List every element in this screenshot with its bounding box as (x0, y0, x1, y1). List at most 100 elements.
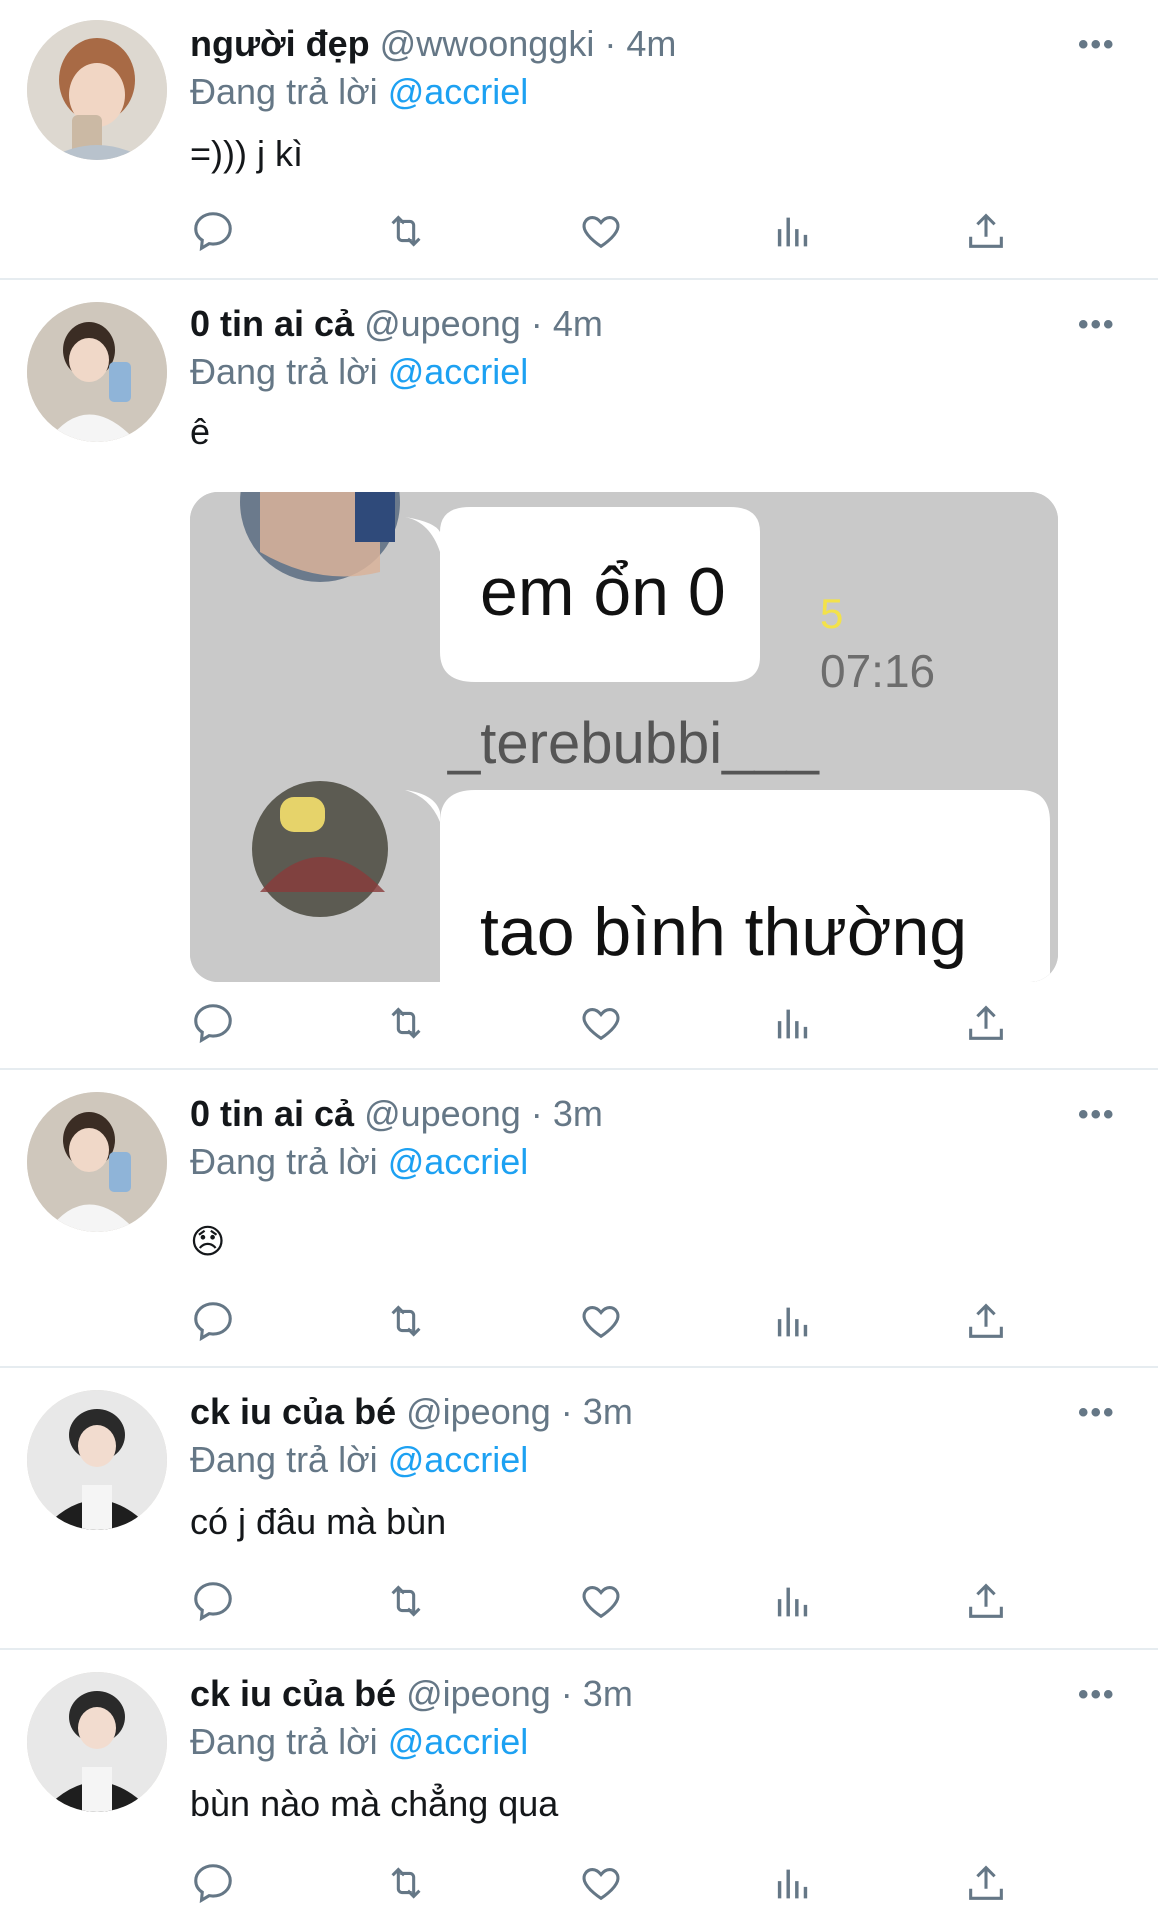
display-name[interactable]: người đẹp (190, 23, 370, 64)
like-icon[interactable] (578, 1578, 628, 1628)
share-icon[interactable] (963, 1000, 1013, 1050)
display-name[interactable]: ck iu của bé (190, 1673, 396, 1714)
share-icon[interactable] (963, 1298, 1013, 1348)
reply-icon[interactable] (190, 1298, 240, 1348)
separator: · (530, 303, 543, 344)
replying-to-label: Đang trả lời (190, 351, 378, 392)
display-name[interactable]: ck iu của bé (190, 1391, 396, 1432)
mention-link[interactable]: @accriel (388, 1721, 529, 1762)
avatar[interactable] (27, 1672, 167, 1812)
retweet-icon[interactable] (383, 208, 433, 258)
tweet-text: 😞 (190, 1223, 226, 1261)
reply-icon[interactable] (190, 1000, 240, 1050)
more-options-icon[interactable]: ••• (1078, 1098, 1116, 1132)
more-options-icon[interactable]: ••• (1078, 1678, 1116, 1712)
tweet-actions (0, 1000, 1158, 1050)
like-icon[interactable] (578, 208, 628, 258)
share-icon[interactable] (963, 1578, 1013, 1628)
tweet-text: ê (190, 411, 211, 452)
share-icon[interactable] (963, 208, 1013, 258)
separator: · (560, 1391, 573, 1432)
mention-link[interactable]: @accriel (388, 1439, 529, 1480)
handle[interactable]: @ipeong (406, 1673, 551, 1714)
display-name[interactable]: 0 tin ai cả (190, 1093, 354, 1134)
replying-to-label: Đang trả lời (190, 1141, 378, 1182)
retweet-icon[interactable] (383, 1000, 433, 1050)
avatar[interactable] (27, 302, 167, 442)
tweet[interactable]: người đẹp @wwoonggki · 4m ••• Đang trả l… (0, 0, 1158, 280)
tweet-header: người đẹp @wwoonggki · 4m (190, 22, 676, 66)
tweet[interactable]: ck iu của bé @ipeong · 3m ••• Đang trả l… (0, 1650, 1158, 1920)
avatar[interactable] (27, 1092, 167, 1232)
analytics-icon[interactable] (770, 1578, 820, 1628)
avatar-photo (27, 302, 167, 442)
tweet[interactable]: 0 tin ai cả @upeong · 4m ••• Đang trả lờ… (0, 280, 1158, 1070)
more-options-icon[interactable]: ••• (1078, 28, 1116, 62)
avatar-photo (27, 1390, 167, 1530)
avatar[interactable] (27, 1390, 167, 1530)
chat-time: 07:16 (820, 645, 936, 697)
retweet-icon[interactable] (383, 1298, 433, 1348)
replying-to-label: Đang trả lời (190, 1721, 378, 1762)
analytics-icon[interactable] (770, 1000, 820, 1050)
replying-to: Đang trả lời @accriel (190, 1720, 528, 1764)
retweet-icon[interactable] (383, 1860, 433, 1910)
mention-link[interactable]: @accriel (388, 71, 529, 112)
tweet[interactable]: 0 tin ai cả @upeong · 3m ••• Đang trả lờ… (0, 1070, 1158, 1368)
reply-icon[interactable] (190, 1578, 240, 1628)
tweet-text: bùn nào mà chẳng qua (190, 1783, 559, 1824)
replying-to: Đang trả lời @accriel (190, 1140, 528, 1184)
reply-icon[interactable] (190, 1860, 240, 1910)
timestamp[interactable]: 3m (553, 1093, 603, 1134)
tweet-header: ck iu của bé @ipeong · 3m (190, 1672, 633, 1716)
chat-bubble-text: tao bình thường (480, 894, 968, 970)
sender-name: _terebubbi___ (448, 711, 819, 776)
chat-bubble-text: em ổn 0 (480, 554, 726, 630)
tweet-header: 0 tin ai cả @upeong · 4m (190, 302, 603, 346)
timestamp[interactable]: 3m (583, 1673, 633, 1714)
timestamp[interactable]: 3m (583, 1391, 633, 1432)
analytics-icon[interactable] (770, 208, 820, 258)
like-icon[interactable] (578, 1000, 628, 1050)
analytics-icon[interactable] (770, 1298, 820, 1348)
separator: · (530, 1093, 543, 1134)
tweet[interactable]: ck iu của bé @ipeong · 3m ••• Đang trả l… (0, 1368, 1158, 1650)
tweet-text: có j đâu mà bùn (190, 1501, 447, 1542)
timestamp[interactable]: 4m (626, 23, 676, 64)
tweet-header: 0 tin ai cả @upeong · 3m (190, 1092, 603, 1136)
display-name[interactable]: 0 tin ai cả (190, 303, 354, 344)
avatar-photo (27, 1092, 167, 1232)
replying-to-label: Đang trả lời (190, 1439, 378, 1480)
avatar[interactable] (27, 20, 167, 160)
reply-icon[interactable] (190, 208, 240, 258)
handle[interactable]: @ipeong (406, 1391, 551, 1432)
tweet-actions (0, 1860, 1158, 1910)
tweet-image[interactable]: em ổn 0 5 07:16 _terebubbi___ tao bình t… (190, 492, 1058, 982)
more-options-icon[interactable]: ••• (1078, 1396, 1116, 1430)
tweet-header: ck iu của bé @ipeong · 3m (190, 1390, 633, 1434)
tweet-actions (0, 1578, 1158, 1628)
avatar-photo (27, 1672, 167, 1812)
separator: · (604, 23, 617, 64)
analytics-icon[interactable] (770, 1860, 820, 1910)
read-count: 5 (820, 590, 844, 637)
handle[interactable]: @upeong (364, 1093, 521, 1134)
replying-to: Đang trả lời @accriel (190, 1438, 528, 1482)
replying-to: Đang trả lời @accriel (190, 350, 528, 394)
timestamp[interactable]: 4m (553, 303, 603, 344)
like-icon[interactable] (578, 1860, 628, 1910)
tweet-actions (0, 208, 1158, 258)
like-icon[interactable] (578, 1298, 628, 1348)
separator: · (560, 1673, 573, 1714)
handle[interactable]: @wwoonggki (380, 23, 595, 64)
avatar-photo (27, 20, 167, 160)
share-icon[interactable] (963, 1860, 1013, 1910)
replying-to-label: Đang trả lời (190, 71, 378, 112)
mention-link[interactable]: @accriel (388, 351, 529, 392)
handle[interactable]: @upeong (364, 303, 521, 344)
tweet-actions (0, 1298, 1158, 1348)
more-options-icon[interactable]: ••• (1078, 308, 1116, 342)
replying-to: Đang trả lời @accriel (190, 70, 528, 114)
mention-link[interactable]: @accriel (388, 1141, 529, 1182)
retweet-icon[interactable] (383, 1578, 433, 1628)
